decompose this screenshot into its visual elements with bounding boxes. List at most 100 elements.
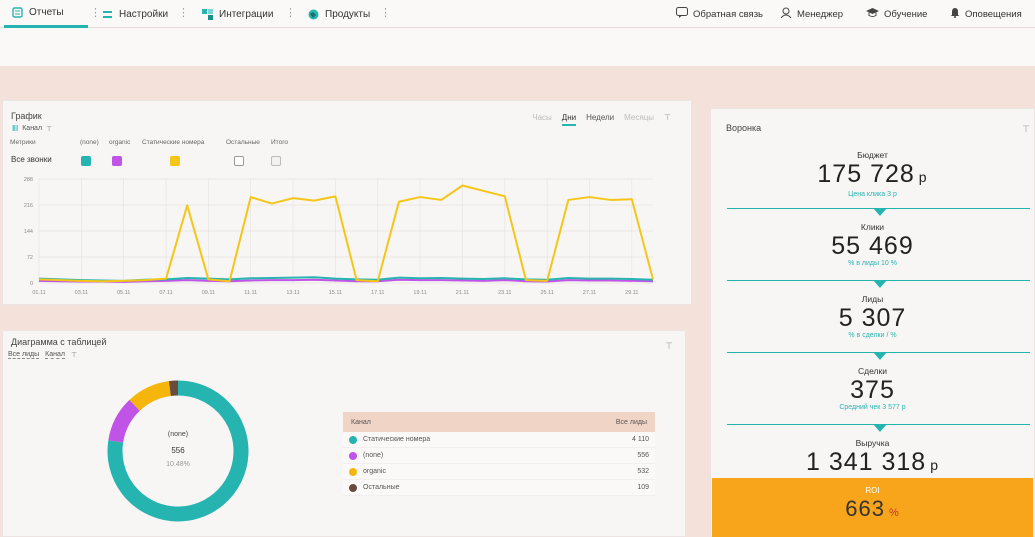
checkbox-other[interactable]: [234, 156, 244, 166]
integrations-icon: [202, 8, 213, 20]
table-row[interactable]: (none) 556: [343, 448, 655, 464]
funnel-title: Воронка: [726, 123, 762, 133]
x-tick-label: 23.11: [498, 290, 511, 296]
top-nav: Отчеты ⋮ Настройки ⋮ Интеграции ⋮ Продук…: [0, 0, 1035, 28]
funnel-deals: Сделки 375 Средний чек 3 577 р: [712, 366, 1033, 411]
x-tick-label: 29.11: [625, 290, 638, 296]
period-tabs: Часы Дни Недели Месяцы ⊤: [532, 113, 671, 126]
channel-selector[interactable]: ǁǀ Канал ⊤: [12, 124, 52, 133]
tab-days[interactable]: Дни: [561, 113, 577, 126]
x-tick-label: 11.11: [244, 290, 257, 296]
y-tick-label: 0: [30, 281, 33, 287]
table-row[interactable]: organic 532: [343, 464, 655, 480]
y-tick-label: 288: [24, 177, 33, 183]
funnel-leads: Лиды 5 307 % в сделки / %: [712, 294, 1033, 339]
nav-tab-settings[interactable]: Настройки: [102, 0, 168, 28]
funnel-number: 375: [850, 376, 895, 404]
channel-label: Канал: [22, 125, 43, 132]
y-tick-label: 72: [27, 255, 33, 261]
funnel-clicks: Клики 55 469 % в лиды 10 %: [712, 222, 1033, 267]
legend-metrics: Метрики: [10, 139, 36, 146]
manager-icon: [780, 7, 792, 21]
legend-total: Итого: [271, 139, 289, 146]
nav-separator: ⋮: [380, 7, 391, 19]
currency: р: [930, 457, 939, 473]
filter-channel[interactable]: Канал: [45, 351, 65, 359]
tab-months[interactable]: Месяцы: [624, 113, 654, 126]
graph-title: График: [11, 111, 42, 121]
x-tick-label: 21.11: [456, 290, 469, 296]
filter-icon[interactable]: ⊤: [664, 113, 671, 126]
learning-label: Обучение: [884, 8, 928, 20]
notifications-label: Оповещения: [965, 8, 1022, 20]
filter-all-leads[interactable]: Все лиды: [8, 351, 40, 359]
legend-other: Остальные: [226, 139, 260, 146]
donut-title: Диаграмма с таблицей: [11, 337, 107, 347]
checkbox-none[interactable]: [81, 156, 91, 166]
x-tick-label: 27.11: [583, 290, 596, 296]
nav-tab-products[interactable]: Продукты: [308, 0, 370, 28]
roi-value: 663%: [712, 495, 1033, 527]
nav-tab-reports[interactable]: Отчеты: [4, 0, 88, 28]
feedback-link[interactable]: Обратная связь: [676, 0, 763, 28]
nav-tab-label: Интеграции: [219, 8, 274, 20]
nav-tab-label: Продукты: [325, 8, 371, 20]
nav-tab-label: Отчеты: [29, 7, 64, 18]
tab-hours[interactable]: Часы: [532, 113, 552, 126]
y-tick-label: 144: [24, 229, 33, 235]
donut-center-value: 556: [171, 446, 185, 455]
filter-icon[interactable]: ⊤: [665, 341, 673, 352]
nav-separator: ⋮: [178, 7, 189, 19]
feedback-icon: [676, 7, 688, 21]
row-value: 109: [637, 484, 649, 491]
learning-link[interactable]: Обучение: [866, 0, 927, 28]
funnel-label: Выручка: [855, 438, 890, 448]
checkbox-static[interactable]: [170, 156, 180, 166]
donut-slice: [108, 399, 141, 443]
tab-weeks[interactable]: Недели: [586, 113, 614, 126]
x-tick-label: 13.11: [286, 290, 299, 296]
funnel-label: Бюджет: [857, 150, 888, 160]
filter-icon[interactable]: ⊤: [1022, 124, 1030, 135]
table-row[interactable]: Статические номера 4 110: [343, 432, 655, 448]
currency: р: [918, 169, 928, 185]
funnel-number: 55 469: [831, 232, 914, 260]
funnel-arrow: [873, 424, 887, 432]
donut-filters: Все лиды Канал ⊤: [8, 351, 77, 359]
legend-organic: organic: [109, 139, 131, 146]
bell-icon: [950, 7, 960, 21]
checkbox-total[interactable]: [271, 156, 281, 166]
nav-tab-label: Настройки: [119, 8, 169, 20]
notifications-link[interactable]: Оповещения: [950, 0, 1022, 28]
legend-static: Статические номера: [142, 139, 205, 146]
manager-link[interactable]: Менеджер: [780, 0, 843, 28]
funnel-number: 175 728: [817, 160, 915, 188]
color-dot: [349, 483, 357, 492]
roi-block: ROI 663%: [712, 478, 1033, 537]
table-header: Канал Все лиды: [343, 412, 655, 432]
funnel-value: 5 307: [712, 304, 1033, 332]
row-value: 532: [637, 468, 649, 475]
funnel-value: 375: [712, 376, 1033, 404]
feedback-label: Обратная связь: [693, 8, 763, 20]
row-label: Статические номера: [363, 436, 431, 443]
nav-separator: ⋮: [285, 7, 296, 19]
sub-header-bar: [0, 28, 1035, 66]
x-tick-label: 15.11: [329, 290, 342, 296]
settings-icon: [102, 9, 113, 20]
filter-icon[interactable]: ⊤: [71, 351, 77, 359]
funnel-number: 1 341 318: [805, 448, 927, 476]
row-label: (none): [363, 452, 384, 459]
row-label: Все звонки: [11, 155, 52, 164]
checkbox-organic[interactable]: [112, 156, 122, 166]
funnel-arrow: [873, 208, 887, 216]
nav-tab-integrations[interactable]: Интеграции: [202, 0, 273, 28]
funnel-sub: % в сделки / %: [848, 332, 897, 339]
funnel-value: 175 728 р: [712, 160, 1033, 191]
channel-table: Канал Все лиды Статические номера 4 110 (n…: [343, 412, 655, 496]
funnel-number: 5 307: [838, 304, 907, 332]
row-value: 556: [637, 452, 649, 459]
nav-separator: ⋮: [90, 7, 101, 19]
funnel-value: 1 341 318 р: [712, 448, 1033, 479]
table-row[interactable]: Остальные 109: [343, 480, 655, 496]
